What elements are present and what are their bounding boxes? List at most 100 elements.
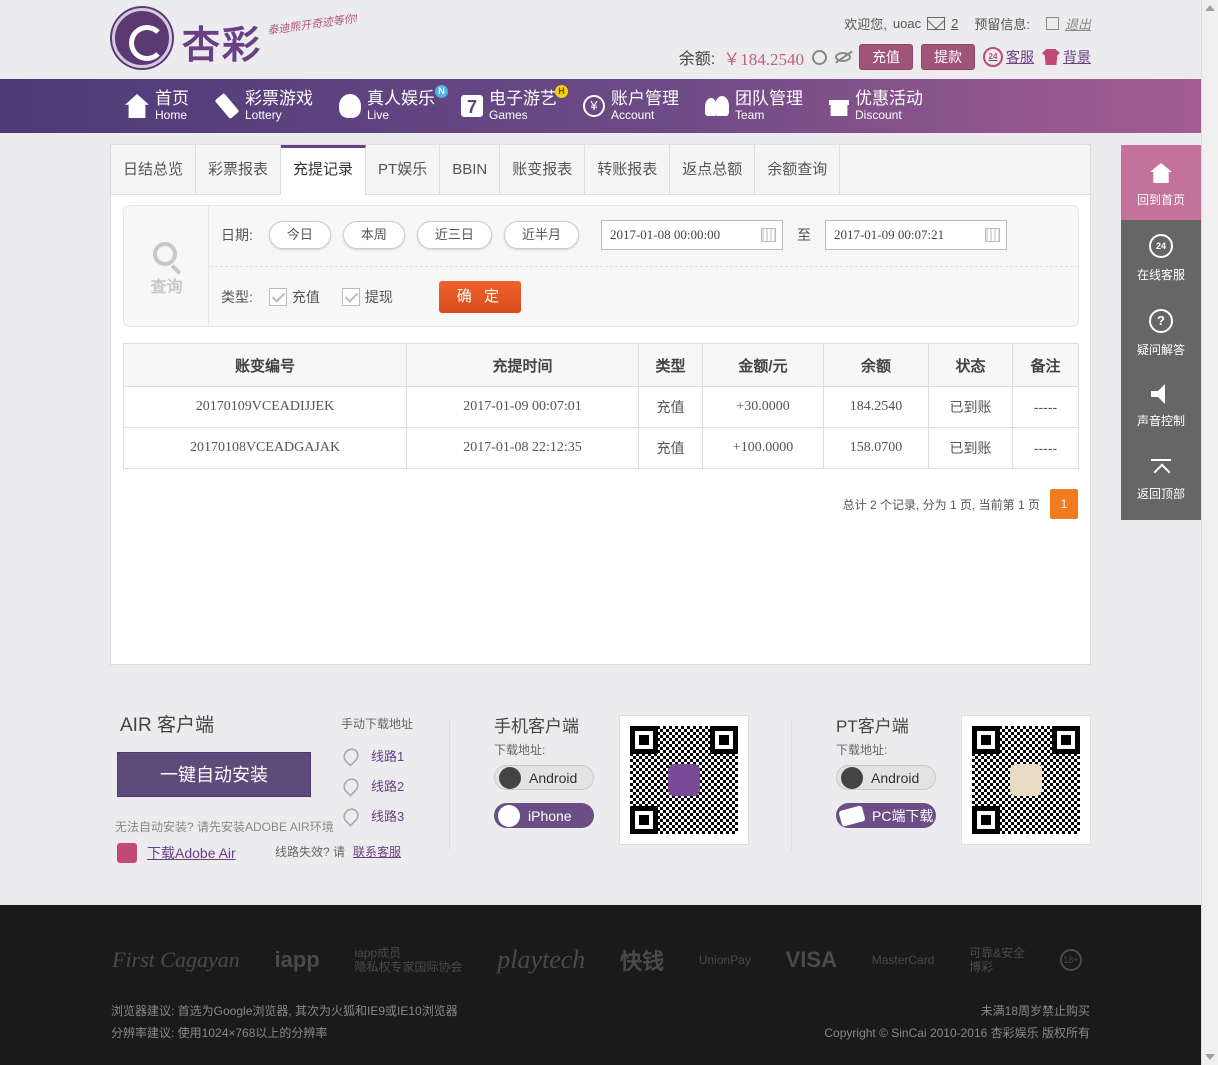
mobile-android-button[interactable]: Android <box>494 765 594 790</box>
balance-label: 余额: <box>678 51 716 68</box>
location-pin-icon <box>340 774 362 797</box>
end-date-value: 2017-01-09 00:07:21 <box>833 227 945 242</box>
page-button[interactable]: 1 <box>1050 489 1078 519</box>
sidebar-item-faq[interactable]: ? 疑问解答 <box>1121 295 1201 370</box>
download-section: AIR 客户端 一键自动安装 无法自动安装? 请先安装ADOBE AIR环境 下… <box>110 700 1091 875</box>
tab-transfer-report[interactable]: 转账报表 <box>585 145 671 195</box>
copyright: Copyright © SinCai 2010-2016 杏彩娱乐 版权所有 <box>824 1026 1090 1040</box>
manual-download-title: 手动下载地址 <box>341 717 414 731</box>
calendar-icon[interactable] <box>984 228 1000 242</box>
hide-balance-icon[interactable] <box>835 52 851 62</box>
mobile-download-label: 下载地址: <box>494 743 546 757</box>
air-note: 无法自动安装? 请先安装ADOBE AIR环境 <box>115 820 334 834</box>
route-label: 线路2 <box>371 779 405 794</box>
scroll-up-icon[interactable] <box>1205 5 1215 11</box>
nav-item-live[interactable]: 真人娱乐 Live N <box>339 79 448 133</box>
cell-status: 已到账 <box>928 386 1013 428</box>
tab-pt[interactable]: PT娱乐 <box>366 145 441 195</box>
age-note: 未满18周岁禁止购买 <box>980 1004 1090 1018</box>
mobile-iphone-button[interactable]: iPhone <box>494 803 594 828</box>
date-this-week-button[interactable]: 本周 <box>342 221 405 249</box>
download-adobe-air-link[interactable]: 下载Adobe Air <box>117 843 236 863</box>
sidebar-item-online-service[interactable]: 24 在线客服 <box>1121 220 1201 295</box>
col-header-time: 充提时间 <box>406 343 639 387</box>
nav-label: 真人娱乐 <box>367 89 435 109</box>
nav-sublabel: Home <box>155 107 188 122</box>
vertical-scrollbar[interactable] <box>1201 0 1218 1065</box>
android-label: Android <box>529 769 578 786</box>
tab-balance-query[interactable]: 余额查询 <box>755 145 841 195</box>
refresh-icon[interactable] <box>812 49 827 65</box>
customer-service-link[interactable]: 24 客服 <box>983 47 1034 67</box>
calendar-icon[interactable] <box>760 228 776 242</box>
contact-service-link[interactable]: 联系客服 <box>353 845 401 859</box>
tab-bbin[interactable]: BBIN <box>440 145 501 195</box>
date-today-button[interactable]: 今日 <box>268 221 331 249</box>
checkbox-icon <box>268 288 287 306</box>
sidebar-item-home[interactable]: 回到首页 <box>1121 145 1201 220</box>
type-withdraw-checkbox[interactable]: 提现 <box>341 287 393 307</box>
download-adobe-air-label: 下载Adobe Air <box>147 845 236 861</box>
nav-label: 首页 <box>155 89 189 109</box>
new-badge: N <box>435 85 448 98</box>
start-date-input[interactable]: 2017-01-08 00:00:00 <box>600 220 783 250</box>
route-3-link[interactable]: 线路3 <box>340 804 404 827</box>
nav-item-team[interactable]: 团队管理 Team <box>705 79 803 133</box>
nav-item-home[interactable]: 首页 Home <box>125 79 189 133</box>
route-fail-text: 线路失效? 请 <box>275 845 346 859</box>
seven-icon: 7 <box>461 95 483 117</box>
partner-playtech: playtech <box>497 945 586 974</box>
type-deposit-checkbox[interactable]: 充值 <box>268 287 320 307</box>
browser-note: 浏览器建议: 首选为Google浏览器, 其次为火狐和IE9或IE10浏览器 <box>111 1004 458 1018</box>
tab-deposit-withdraw-records[interactable]: 充提记录 <box>281 145 367 196</box>
divider <box>791 720 792 850</box>
table-header-row: 账变编号 充提时间 类型 金额/元 余额 状态 备注 <box>123 343 1079 387</box>
air-auto-install-button[interactable]: 一键自动安装 <box>117 752 311 797</box>
adobe-air-icon <box>117 843 137 863</box>
nav-item-games[interactable]: 7 电子游艺 Games H <box>461 79 568 133</box>
username: uoac <box>892 16 922 31</box>
nav-item-account[interactable]: ¥ 账户管理 Account <box>583 79 679 133</box>
app-logo-icon <box>668 764 700 796</box>
air-client-title: AIR 客户端 <box>120 715 214 736</box>
confirm-button[interactable]: 确 定 <box>438 281 521 313</box>
records-table: 账变编号 充提时间 类型 金额/元 余额 状态 备注 20170109VCEAD… <box>123 343 1079 469</box>
location-pin-icon <box>340 804 362 827</box>
pt-client-title: PT客户端 <box>836 717 909 736</box>
end-date-input[interactable]: 2017-01-09 00:07:21 <box>824 220 1007 250</box>
message-count-link[interactable]: 2 <box>951 16 958 31</box>
partner-iapp-member: iapp成员 隐私权专家国际协会 <box>354 946 462 975</box>
logout-link[interactable]: 退出 <box>1065 14 1091 33</box>
tab-account-change-report[interactable]: 账变报表 <box>500 145 586 195</box>
cell-id: 20170108VCEADGAJAK <box>123 427 407 469</box>
sidebar-item-sound[interactable]: 声音控制 <box>1121 370 1201 445</box>
scroll-down-icon[interactable] <box>1205 1054 1215 1060</box>
user-info-bar: 欢迎您, uoac 2 预留信息: 退出 <box>844 14 1091 33</box>
location-pin-icon <box>340 744 362 767</box>
route-2-link[interactable]: 线路2 <box>340 774 405 797</box>
logo-emblem-icon <box>112 8 172 68</box>
tab-rebate-total[interactable]: 返点总额 <box>670 145 756 195</box>
mail-icon[interactable] <box>927 17 946 30</box>
pt-pc-download-button[interactable]: PC端下载 <box>836 803 936 828</box>
pt-android-button[interactable]: Android <box>836 765 936 790</box>
background-link[interactable]: 背景 <box>1042 47 1091 67</box>
col-header-type: 类型 <box>638 343 703 387</box>
tab-daily-overview[interactable]: 日结总览 <box>111 145 197 195</box>
nav-sublabel: Account <box>611 107 655 122</box>
nav-item-lottery[interactable]: 彩票游戏 Lottery <box>214 79 313 133</box>
site-logo[interactable]: 杏彩 泰迪熊开奇迹等你! <box>112 8 362 72</box>
edit-icon[interactable] <box>1045 17 1059 30</box>
date-last-3-days-button[interactable]: 近三日 <box>416 221 492 249</box>
nav-sublabel: Games <box>489 107 528 122</box>
sidebar-item-back-to-top[interactable]: 返回顶部 <box>1121 445 1201 520</box>
date-half-month-button[interactable]: 近半月 <box>503 221 579 249</box>
deposit-button[interactable]: 充值 <box>859 44 913 70</box>
nav-item-discount[interactable]: 优惠活动 Discount <box>829 79 923 133</box>
report-panel: 日结总览 彩票报表 充提记录 PT娱乐 BBIN 账变报表 转账报表 返点总额 … <box>110 144 1091 665</box>
route-1-link[interactable]: 线路1 <box>340 744 404 767</box>
withdraw-button[interactable]: 提款 <box>921 44 975 70</box>
tab-lottery-report[interactable]: 彩票报表 <box>196 145 282 195</box>
date-filter-row: 日期: 今日 本周 近三日 近半月 2017-01-08 00:00:00 至 … <box>221 220 1007 250</box>
hot-badge: H <box>555 85 568 98</box>
